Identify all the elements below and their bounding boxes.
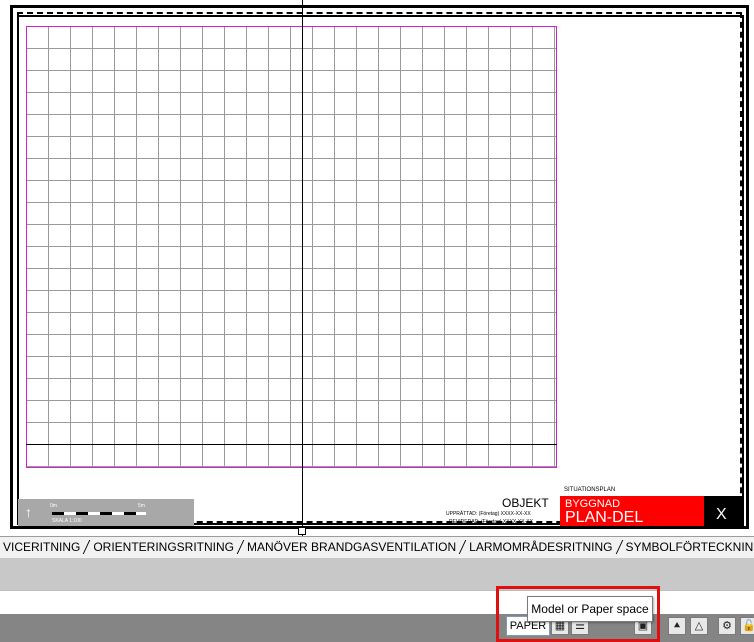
objekt-label: OBJEKT	[502, 496, 549, 510]
workspace-icon[interactable]: △	[690, 617, 708, 635]
tab-symbolforteckning[interactable]: SYMBOLFÖRTECKNING SR-TUL	[623, 537, 754, 557]
tab-manover-brandgasventilation[interactable]: MANÖVER BRANDGASVENTILATION	[244, 537, 459, 557]
drawing-canvas[interactable]: ↑ 0m 5m SKALA 1:100 SITUATIONSPLAN OBJEK…	[0, 0, 754, 536]
north-arrow-icon: ↑	[25, 504, 32, 520]
tab-orienteringsritning[interactable]: ORIENTERINGSRITNING	[90, 537, 237, 557]
scale-start-label: 0m	[50, 503, 57, 509]
situationsplan-label: SITUATIONSPLAN	[564, 487, 616, 493]
tab-larmomradesritning[interactable]: LARMOMRÅDESRITNING	[466, 537, 615, 557]
sheet-number-label: X	[716, 506, 727, 523]
plan-del-label: PLAN-DEL	[565, 509, 644, 526]
scale-label: SKALA 1:100	[52, 518, 82, 524]
scale-end-label: 5m	[138, 503, 145, 509]
scale-bar	[52, 512, 146, 515]
lock-icon[interactable]: 🔓	[740, 617, 754, 635]
settings-gear-icon[interactable]: ⚙	[718, 617, 736, 635]
crosshair-marker	[298, 527, 306, 535]
annotation-scale-icon[interactable]: ⯅	[668, 617, 686, 635]
drawing-grid	[26, 26, 557, 468]
layout-tabs-bar: VICERITNING ORIENTERINGSRITNING MANÖVER BR…	[0, 536, 754, 558]
tab-viceritning[interactable]: VICERITNING	[0, 537, 83, 557]
highlight-box	[496, 586, 660, 642]
grid-bottom-line	[26, 444, 557, 445]
reviderad-label: REVIDERAD: (Företag) XXXX-XX-XX	[449, 519, 533, 525]
upprattad-label: UPPRÄTTAD: (Företag) XXXX-XX-XX	[446, 511, 531, 517]
vertical-crosshair-line	[302, 0, 303, 536]
